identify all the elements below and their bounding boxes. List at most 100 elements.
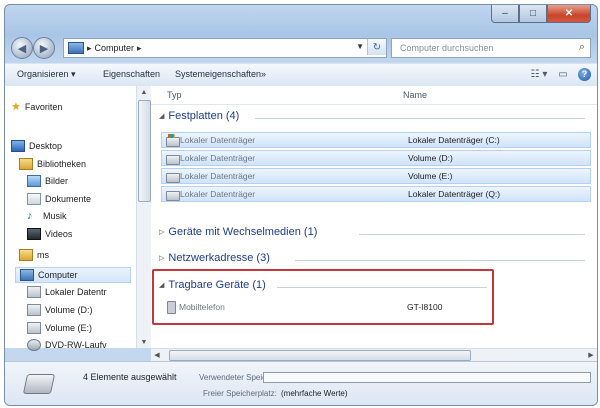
drive-icon bbox=[166, 155, 180, 165]
sidebar-item-pictures[interactable]: Bilder bbox=[27, 175, 68, 187]
breadcrumb-separator: ▸ bbox=[87, 42, 92, 53]
sidebar-item-documents[interactable]: Dokumente bbox=[27, 193, 91, 205]
group-label: Festplatten (4) bbox=[168, 110, 240, 122]
sidebar-item-user[interactable]: ms bbox=[19, 249, 49, 261]
address-dropdown-icon[interactable]: ▼ bbox=[356, 42, 364, 51]
desktop-icon bbox=[11, 140, 25, 152]
back-button[interactable]: ◀ bbox=[11, 37, 33, 59]
view-controls: ☷ ▾ ▭ ? bbox=[530, 66, 591, 82]
refresh-icon[interactable]: ↻ bbox=[367, 39, 386, 55]
column-header-type[interactable]: Typ bbox=[167, 90, 182, 100]
system-drive-icon bbox=[166, 134, 180, 147]
highlight-box bbox=[152, 269, 494, 325]
group-label: Netzwerkadresse (3) bbox=[168, 252, 270, 264]
view-options-icon[interactable]: ☷ ▾ bbox=[530, 66, 548, 82]
sidebar-item-videos[interactable]: Videos bbox=[27, 228, 72, 240]
group-header-hard-disks[interactable]: ◢ Festplatten (4) bbox=[159, 110, 239, 122]
row-name: Volume (E:) bbox=[408, 171, 453, 181]
drive-icon bbox=[27, 322, 41, 334]
sidebar-item-desktop[interactable]: Desktop bbox=[11, 140, 62, 152]
sidebar-item-drive-d[interactable]: Volume (D:) bbox=[27, 304, 93, 316]
scroll-right-icon[interactable]: ▶ bbox=[585, 349, 597, 361]
details-pane: 4 Elemente ausgewählt Verwendeter Speic.… bbox=[5, 361, 597, 405]
sidebar-item-favorites[interactable]: ★ Favoriten bbox=[11, 100, 62, 113]
videos-icon bbox=[27, 228, 41, 240]
system-drive-icon bbox=[27, 286, 41, 298]
sidebar-item-label: Dokumente bbox=[45, 194, 92, 204]
sidebar-item-libraries[interactable]: Bibliotheken bbox=[19, 158, 86, 170]
row-name: Volume (D:) bbox=[408, 153, 453, 163]
search-box[interactable]: ⌕ bbox=[391, 38, 591, 58]
forward-button[interactable]: ▶ bbox=[33, 37, 55, 59]
selection-count: 4 Elemente ausgewählt bbox=[83, 372, 177, 382]
drive-icon bbox=[166, 191, 180, 201]
breadcrumb-separator: ▸ bbox=[137, 42, 142, 53]
computer-icon bbox=[20, 269, 34, 281]
group-divider bbox=[295, 260, 585, 261]
sidebar-item-music[interactable]: ♪ Musik bbox=[27, 210, 67, 222]
help-icon[interactable]: ? bbox=[578, 67, 591, 81]
user-folder-icon bbox=[19, 249, 33, 261]
address-bar[interactable]: ▸ Computer ▸ ▼ ↻ bbox=[63, 38, 387, 58]
sidebar-item-dvd[interactable]: DVD-RW-Laufv bbox=[27, 339, 107, 351]
scroll-thumb[interactable] bbox=[138, 100, 151, 202]
group-divider bbox=[255, 118, 585, 119]
sidebar-item-label: Volume (D:) bbox=[45, 305, 93, 315]
free-space-value: (mehrfache Werte) bbox=[281, 389, 348, 398]
sidebar-item-label: ms bbox=[37, 250, 49, 260]
sidebar-item-label: Lokaler Datentr bbox=[45, 287, 107, 297]
sidebar-item-computer[interactable]: Computer bbox=[15, 267, 131, 283]
table-row[interactable]: Lokaler Datenträger Volume (E:) bbox=[161, 168, 591, 184]
dvd-drive-icon bbox=[27, 339, 41, 351]
search-icon[interactable]: ⌕ bbox=[579, 41, 585, 54]
preview-pane-icon[interactable]: ▭ bbox=[554, 66, 572, 82]
drive-icon bbox=[22, 374, 56, 394]
expand-triangle-icon[interactable]: ▷ bbox=[159, 228, 164, 236]
properties-button[interactable]: Eigenschaften bbox=[103, 69, 160, 79]
documents-icon bbox=[27, 193, 41, 205]
minimize-button[interactable]: – bbox=[491, 5, 519, 23]
group-divider bbox=[359, 234, 585, 235]
used-space-label: Verwendeter Speic... bbox=[199, 373, 273, 382]
row-type: Lokaler Datenträger bbox=[180, 189, 256, 199]
pictures-icon bbox=[27, 175, 41, 187]
navigation-bar: ◀ ▶ ▸ Computer ▸ ▼ ↻ ⌕ bbox=[5, 35, 597, 61]
computer-icon bbox=[68, 42, 84, 54]
group-header-removable[interactable]: ▷ Geräte mit Wechselmedien (1) bbox=[159, 226, 317, 238]
free-space-label: Freier Speicherplatz: bbox=[203, 389, 277, 398]
table-row[interactable]: Lokaler Datenträger Volume (D:) bbox=[161, 150, 591, 166]
close-button[interactable]: ✕ bbox=[547, 5, 591, 23]
sidebar-item-label: Computer bbox=[38, 270, 78, 280]
breadcrumb-computer[interactable]: Computer bbox=[95, 43, 135, 53]
caption-buttons: – □ ✕ bbox=[491, 5, 591, 23]
title-bar: – □ ✕ bbox=[5, 5, 597, 33]
forward-arrow-icon: ▶ bbox=[39, 42, 49, 55]
organize-menu[interactable]: Organisieren ▾ bbox=[17, 69, 76, 80]
more-commands-button[interactable]: » bbox=[261, 69, 266, 79]
navigation-pane: ★ Favoriten Desktop Bibliotheken Bilder … bbox=[5, 86, 137, 351]
scroll-left-icon[interactable]: ◀ bbox=[151, 349, 163, 361]
scroll-thumb[interactable] bbox=[169, 350, 471, 361]
sidebar-item-label: Favoriten bbox=[24, 101, 63, 112]
expand-triangle-icon[interactable]: ▷ bbox=[159, 254, 164, 262]
sidebar-item-label: Videos bbox=[45, 229, 73, 239]
sidebar-item-drive-c[interactable]: Lokaler Datentr bbox=[27, 286, 107, 298]
column-header-name[interactable]: Name bbox=[403, 90, 427, 100]
navigation-scrollbar[interactable]: ▲ ▼ bbox=[136, 86, 151, 348]
scroll-up-icon[interactable]: ▲ bbox=[137, 86, 151, 98]
system-properties-button[interactable]: Systemeigenschaften bbox=[175, 69, 261, 79]
sidebar-item-label: Desktop bbox=[29, 141, 63, 151]
group-header-network[interactable]: ▷ Netzwerkadresse (3) bbox=[159, 252, 270, 264]
scroll-down-icon[interactable]: ▼ bbox=[137, 336, 151, 348]
table-row[interactable]: Lokaler Datenträger Lokaler Datenträger … bbox=[161, 186, 591, 202]
sidebar-item-drive-e[interactable]: Volume (E:) bbox=[27, 322, 92, 334]
table-row[interactable]: Lokaler Datenträger Lokaler Datenträger … bbox=[161, 132, 591, 148]
horizontal-scrollbar[interactable]: ◀ ▶ bbox=[151, 348, 597, 361]
music-icon: ♪ bbox=[27, 210, 33, 222]
search-input[interactable] bbox=[398, 42, 570, 54]
sidebar-item-label: DVD-RW-Laufv bbox=[45, 340, 107, 350]
row-name: Lokaler Datenträger (C:) bbox=[408, 135, 500, 145]
collapse-triangle-icon[interactable]: ◢ bbox=[159, 112, 164, 120]
maximize-button[interactable]: □ bbox=[519, 5, 547, 23]
explorer-window: – □ ✕ ◀ ▶ ▸ Computer ▸ ▼ ↻ ⌕ Organisiere… bbox=[4, 4, 598, 406]
